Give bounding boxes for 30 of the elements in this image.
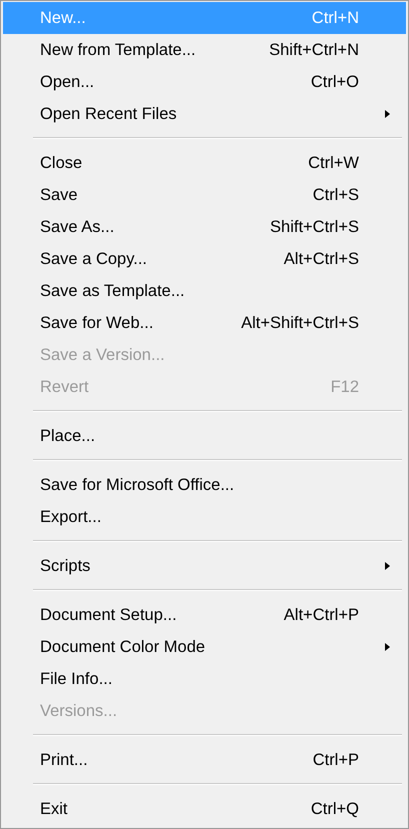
menu-item[interactable]: Document Color Mode — [3, 631, 406, 663]
shortcut-text: Shift+Ctrl+N — [269, 40, 359, 60]
shortcut-text: Ctrl+N — [312, 8, 359, 28]
menu-item[interactable]: Open... Ctrl+O — [3, 66, 406, 98]
menu-item[interactable]: Save Ctrl+S — [3, 179, 406, 211]
menu-item[interactable]: Scripts — [3, 550, 406, 582]
shortcut-text: Ctrl+O — [310, 72, 359, 92]
shortcut-text: F12 — [330, 378, 359, 396]
shortcut-text: Shift+Ctrl+S — [270, 218, 359, 236]
shortcut-text: Ctrl+W — [308, 154, 359, 172]
menu-item[interactable]: Exit Ctrl+Q — [3, 793, 406, 825]
menu-item[interactable]: Save as Template... — [3, 275, 406, 307]
menu-item[interactable]: Save As... Shift+Ctrl+S — [3, 211, 406, 243]
shortcut-text: Ctrl+Q — [310, 800, 359, 818]
menu-item[interactable]: Open Recent Files — [3, 98, 406, 130]
menu-item[interactable]: Export... — [3, 501, 406, 533]
shortcut-text: Alt+Ctrl+P — [284, 606, 359, 624]
menu-item[interactable]: Save for Microsoft Office... — [3, 469, 406, 501]
menu-item[interactable]: Place... — [3, 420, 406, 452]
menu-item[interactable]: Save a Copy... Alt+Ctrl+S — [3, 243, 406, 275]
menu-item[interactable]: New from Template... Shift+Ctrl+N — [3, 34, 406, 66]
menu-item[interactable]: Close Ctrl+W — [3, 147, 406, 179]
shortcut-text: Alt+Ctrl+S — [284, 250, 359, 268]
menu-item[interactable]: Document Setup... Alt+Ctrl+P — [3, 599, 406, 631]
menu-item[interactable]: Save for Web... Alt+Shift+Ctrl+S — [3, 307, 406, 339]
shortcut-text: Ctrl+P — [312, 750, 359, 770]
shortcut-text: Ctrl+S — [312, 186, 359, 204]
menu-item[interactable]: Print... Ctrl+P — [3, 744, 406, 776]
shortcut-text: Alt+Shift+Ctrl+S — [241, 314, 359, 332]
menu-item[interactable]: File Info... — [3, 663, 406, 695]
